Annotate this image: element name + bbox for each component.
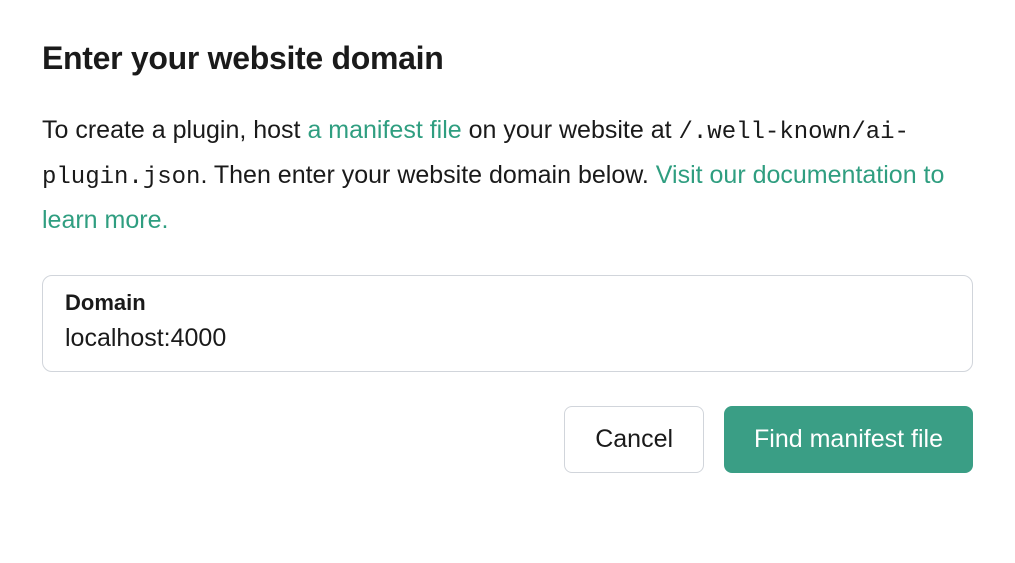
domain-label: Domain bbox=[65, 290, 950, 316]
description-text-2: on your website at bbox=[462, 116, 679, 144]
dialog-description: To create a plugin, host a manifest file… bbox=[42, 109, 973, 241]
dialog-title: Enter your website domain bbox=[42, 40, 973, 77]
domain-input[interactable] bbox=[65, 324, 950, 353]
manifest-file-link[interactable]: a manifest file bbox=[307, 116, 461, 144]
button-row: Cancel Find manifest file bbox=[42, 406, 973, 473]
description-text-1: To create a plugin, host bbox=[42, 116, 307, 144]
plugin-domain-dialog: Enter your website domain To create a pl… bbox=[42, 40, 973, 473]
domain-input-wrapper[interactable]: Domain bbox=[42, 275, 973, 372]
description-text-3: . Then enter your website domain below. bbox=[200, 161, 655, 189]
cancel-button[interactable]: Cancel bbox=[564, 406, 704, 473]
find-manifest-button[interactable]: Find manifest file bbox=[724, 406, 973, 473]
